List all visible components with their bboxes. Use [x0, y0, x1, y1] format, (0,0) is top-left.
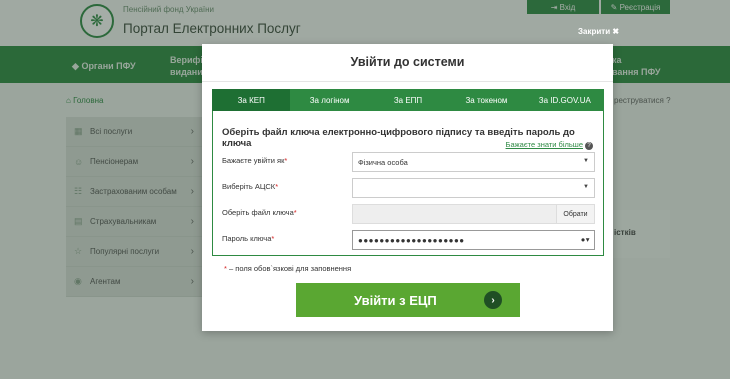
login-as-label: Бажаєте увійти як*	[222, 156, 287, 165]
password-value: ●●●●●●●●●●●●●●●●●●●●	[358, 235, 465, 245]
required-mark: *	[293, 208, 297, 217]
login-as-label-text: Бажаєте увійти як	[222, 156, 285, 165]
tab-token[interactable]: За токеном	[447, 89, 525, 111]
arrow-right-icon: ›	[484, 291, 502, 309]
required-mark: *	[275, 182, 279, 191]
key-password-label-text: Пароль ключа	[222, 234, 272, 243]
login-method-tabs: За КЕП За логіном За ЕПП За токеном За I…	[212, 89, 604, 111]
acsk-select[interactable]: ▼	[352, 178, 595, 198]
tab-kep[interactable]: За КЕП	[212, 89, 291, 111]
key-file-label-text: Оберіть файл ключа	[222, 208, 294, 217]
submit-label: Увійти з ЕЦП	[354, 292, 437, 308]
required-note: * – поля обов`язкові для заповнення	[224, 264, 351, 273]
learn-more-link[interactable]: Бажаєте знати більше?	[506, 140, 593, 150]
submit-ecp-button[interactable]: Увійти з ЕЦП ›	[296, 283, 520, 317]
key-file-input[interactable]: Обрати	[352, 204, 595, 224]
login-as-value: Фізична особа	[358, 157, 408, 167]
dropdown-caret-icon: ▼	[583, 184, 589, 190]
choose-file-button[interactable]: Обрати	[556, 205, 594, 223]
modal-title: Увійти до системи	[350, 55, 465, 69]
tab-epp[interactable]: За ЕПП	[369, 89, 447, 111]
required-mark: *	[224, 264, 227, 273]
show-password-icon[interactable]: ●▾	[581, 235, 590, 244]
help-icon: ?	[585, 142, 593, 150]
dropdown-caret-icon: ▼	[583, 158, 589, 164]
close-button[interactable]: Закрити ✖	[578, 27, 619, 36]
divider	[202, 81, 613, 82]
tab-login[interactable]: За логіном	[290, 89, 368, 111]
key-file-label: Оберіть файл ключа*	[222, 208, 297, 217]
login-modal: Увійти до системи За КЕП За логіном За Е…	[202, 44, 613, 331]
login-as-select[interactable]: Фізична особа ▼	[352, 152, 595, 172]
kep-panel: Оберіть файл ключа електронно-цифрового …	[212, 111, 604, 256]
key-password-input[interactable]: ●●●●●●●●●●●●●●●●●●●● ●▾	[352, 230, 595, 250]
required-mark: *	[271, 234, 275, 243]
required-note-text: – поля обов`язкові для заповнення	[229, 264, 352, 273]
required-mark: *	[284, 156, 288, 165]
learn-more-label: Бажаєте знати більше	[505, 140, 583, 149]
key-password-label: Пароль ключа*	[222, 234, 274, 243]
acsk-label: Виберіть АЦСК*	[222, 182, 278, 191]
tab-id-gov-ua[interactable]: За ID.GOV.UA	[526, 89, 604, 111]
acsk-label-text: Виберіть АЦСК	[222, 182, 276, 191]
